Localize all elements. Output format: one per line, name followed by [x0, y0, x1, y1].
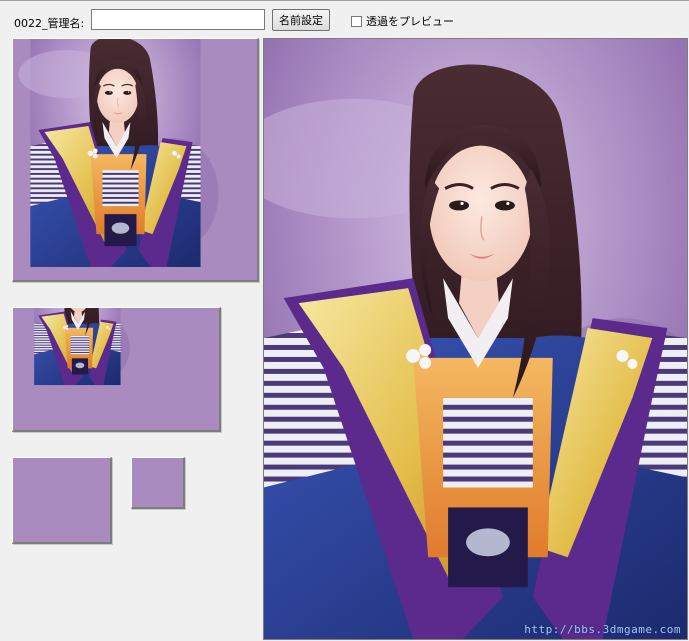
portrait-thumbnail-large[interactable]	[12, 38, 259, 282]
checkbox-icon[interactable]	[351, 15, 362, 27]
portrait-main-preview[interactable]: http://bbs.3dmgame.com	[263, 38, 688, 640]
management-name-input[interactable]	[91, 9, 265, 30]
set-name-button[interactable]: 名前設定	[272, 9, 330, 31]
portrait-thumbnail-small-image	[132, 458, 183, 507]
portrait-main-image	[264, 39, 687, 639]
transparency-preview-toggle[interactable]: 透過をプレビュー	[351, 13, 454, 29]
portrait-thumbnail-wide-image	[13, 308, 219, 430]
toolbar: 0022_管理名: 名前設定 透過をプレビュー	[0, 1, 689, 37]
portrait-editor-window: 0022_管理名: 名前設定 透過をプレビュー http://bbs.3dmga…	[0, 0, 689, 641]
portrait-thumbnail-wide[interactable]	[12, 307, 221, 432]
transparency-preview-label: 透過をプレビュー	[366, 15, 454, 28]
portrait-thumbnail-small[interactable]	[131, 457, 185, 509]
portrait-thumbnail-large-image	[13, 39, 257, 280]
watermark-text: http://bbs.3dmgame.com	[524, 623, 681, 636]
management-name-label: 0022_管理名:	[14, 17, 85, 30]
portrait-thumbnail-medium-image	[13, 458, 110, 542]
portrait-thumbnail-medium[interactable]	[12, 457, 112, 544]
